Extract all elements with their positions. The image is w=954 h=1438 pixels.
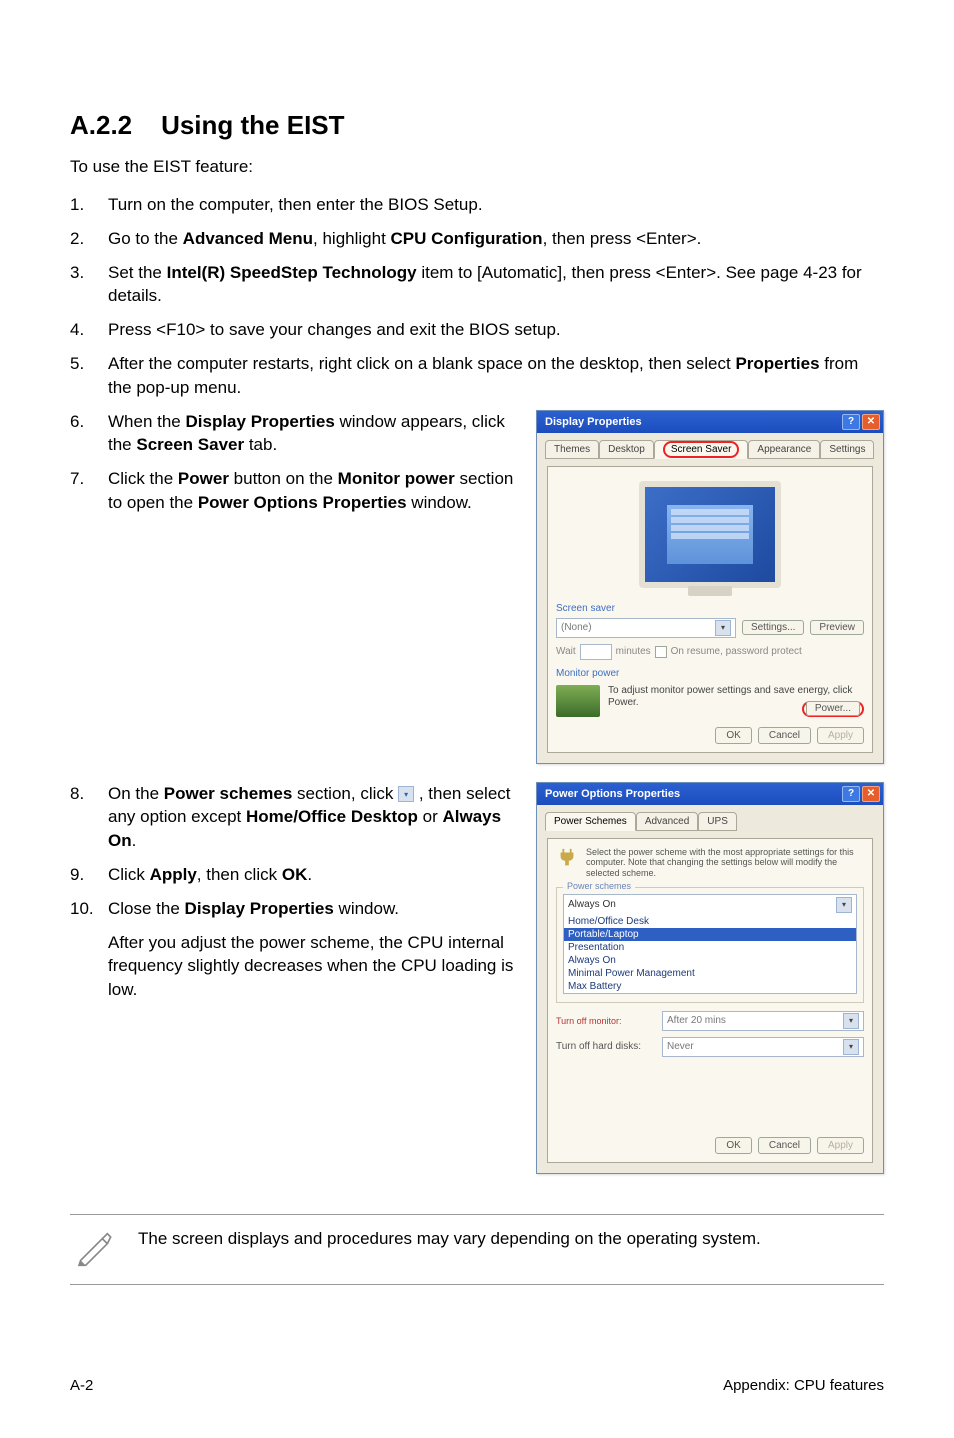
dd-item-portable[interactable]: Portable/Laptop [564, 928, 856, 941]
power-schemes-label: Power schemes [563, 881, 635, 891]
help-icon[interactable]: ? [842, 414, 860, 430]
dd-item-always[interactable]: Always On [564, 954, 856, 967]
step-num: 10. [70, 897, 108, 921]
page-number: A-2 [70, 1377, 93, 1394]
step-4: Press <F10> to save your changes and exi… [108, 318, 884, 342]
turnoff-hd-select[interactable]: Never▾ [662, 1037, 864, 1057]
turnoff-monitor-select[interactable]: After 20 mins▾ [662, 1011, 864, 1031]
step-num: 9. [70, 863, 108, 887]
tab-ups[interactable]: UPS [698, 812, 737, 831]
step-10: Close the Display Properties window. [108, 897, 518, 921]
screensaver-group-label: Screen saver [556, 603, 864, 614]
window-title: Power Options Properties [545, 788, 680, 800]
tab-desktop[interactable]: Desktop [599, 440, 654, 459]
apply-button[interactable]: Apply [817, 727, 864, 744]
tab-themes[interactable]: Themes [545, 440, 599, 459]
step-1: Turn on the computer, then enter the BIO… [108, 193, 884, 217]
step-7: Click the Power button on the Monitor po… [108, 467, 518, 515]
monitor-power-icon [556, 685, 600, 717]
apply-button[interactable]: Apply [817, 1137, 864, 1154]
display-properties-window: Display Properties ? ✕ Themes Desktop Sc… [536, 410, 884, 764]
section-title-text: Using the EIST [161, 110, 344, 140]
chevron-down-icon: ▾ [836, 897, 852, 913]
cancel-button[interactable]: Cancel [758, 1137, 811, 1154]
step-9: Click Apply, then click OK. [108, 863, 518, 887]
chevron-down-icon: ▾ [398, 786, 414, 802]
intro-text: To use the EIST feature: [70, 157, 884, 177]
step-2: Go to the Advanced Menu, highlight CPU C… [108, 227, 884, 251]
note-box: The screen displays and procedures may v… [70, 1214, 884, 1285]
wait-minutes: minutes [616, 646, 651, 657]
turnoff-hd-label: Turn off hard disks: [556, 1041, 656, 1052]
power-plug-icon [556, 847, 578, 869]
footer-section: Appendix: CPU features [723, 1377, 884, 1394]
cancel-button[interactable]: Cancel [758, 727, 811, 744]
ok-button[interactable]: OK [715, 1137, 751, 1154]
tab-advanced[interactable]: Advanced [636, 812, 698, 831]
note-text: The screen displays and procedures may v… [138, 1227, 884, 1251]
monitor-power-group-label: Monitor power [556, 668, 864, 679]
wait-spinner[interactable] [580, 644, 612, 660]
dd-item-home[interactable]: Home/Office Desk [564, 915, 856, 928]
tab-screensaver[interactable]: Screen Saver [654, 440, 749, 459]
step-6: When the Display Properties window appea… [108, 410, 518, 458]
step-3: Set the Intel(R) SpeedStep Technology it… [108, 261, 884, 309]
power-scheme-select[interactable]: Always On ▾ Home/Office Desk Portable/Lap… [563, 894, 857, 994]
dd-item-presentation[interactable]: Presentation [564, 941, 856, 954]
step-num: 8. [70, 782, 108, 853]
power-desc: Select the power scheme with the most ap… [586, 847, 864, 879]
tab-appearance[interactable]: Appearance [748, 440, 820, 459]
tab-power-schemes[interactable]: Power Schemes [545, 812, 636, 831]
step-num: 4. [70, 318, 108, 342]
step-num: 7. [70, 467, 108, 515]
power-options-window: Power Options Properties ? ✕ Power Schem… [536, 782, 884, 1174]
dd-item-minimal[interactable]: Minimal Power Management [564, 967, 856, 980]
resume-label: On resume, password protect [671, 646, 802, 657]
help-icon[interactable]: ? [842, 786, 860, 802]
monitor-preview [556, 475, 864, 595]
step-num: 2. [70, 227, 108, 251]
chevron-down-icon: ▾ [843, 1013, 859, 1029]
step-10-after: After you adjust the power scheme, the C… [108, 931, 518, 1002]
chevron-down-icon: ▾ [843, 1039, 859, 1055]
ok-button[interactable]: OK [715, 727, 751, 744]
section-heading: A.2.2 Using the EIST [70, 110, 884, 141]
step-5: After the computer restarts, right click… [108, 352, 884, 400]
step-num: 3. [70, 261, 108, 309]
pencil-note-icon [70, 1227, 120, 1272]
turnoff-monitor-label: Turn off monitor: [556, 1016, 656, 1026]
dd-item-maxbat[interactable]: Max Battery [564, 980, 856, 993]
step-num: 5. [70, 352, 108, 400]
close-icon[interactable]: ✕ [862, 414, 880, 430]
close-icon[interactable]: ✕ [862, 786, 880, 802]
titlebar: Power Options Properties ? ✕ [537, 783, 883, 805]
step-num: 6. [70, 410, 108, 458]
settings-button[interactable]: Settings... [742, 620, 804, 635]
titlebar: Display Properties ? ✕ [537, 411, 883, 433]
preview-button[interactable]: Preview [810, 620, 864, 635]
step-num: 1. [70, 193, 108, 217]
power-button[interactable]: Power... [806, 701, 860, 716]
step-8: On the Power schemes section, click ▾ , … [108, 782, 518, 853]
window-title: Display Properties [545, 416, 642, 428]
screensaver-select[interactable]: (None)▾ [556, 618, 736, 638]
resume-checkbox[interactable] [655, 646, 667, 658]
tab-settings[interactable]: Settings [820, 440, 874, 459]
chevron-down-icon: ▾ [715, 620, 731, 636]
section-number: A.2.2 [70, 110, 132, 140]
wait-label: Wait [556, 646, 576, 657]
